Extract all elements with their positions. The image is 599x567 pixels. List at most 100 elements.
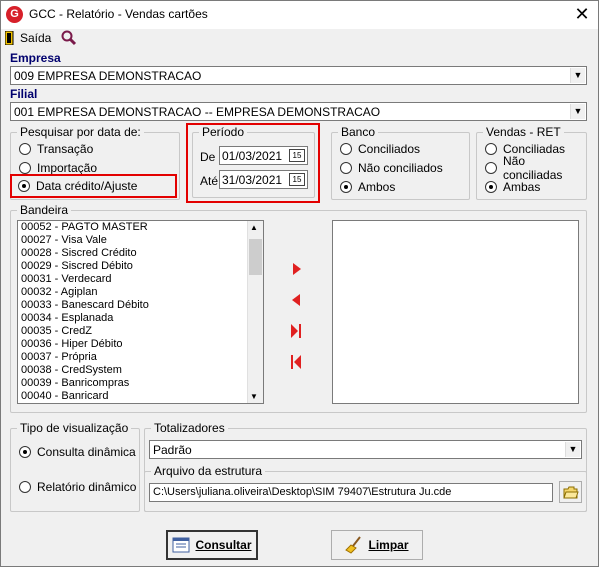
radio-conciliados[interactable]: Conciliados: [340, 141, 420, 157]
broom-icon: [345, 536, 362, 554]
move-right-icon[interactable]: [293, 263, 301, 275]
radio-nao-conciliados[interactable]: Não conciliados: [340, 160, 443, 176]
title-bar: G GCC - Relatório - Vendas cartões ✕: [1, 1, 598, 29]
chevron-down-icon[interactable]: ▼: [570, 104, 585, 119]
date-to-field[interactable]: 31/03/2021 15: [219, 170, 308, 189]
bandeira-legend: Bandeira: [17, 203, 72, 217]
close-icon[interactable]: ✕: [567, 3, 597, 25]
exit-door-icon: [5, 31, 14, 45]
move-left-icon[interactable]: [292, 294, 300, 306]
totalizadores-legend: Totalizadores: [151, 421, 228, 435]
radio-dot-selected: [485, 181, 497, 193]
list-item[interactable]: 00039 - Banricompras: [18, 377, 263, 390]
magnifier-icon: [61, 30, 77, 46]
filial-select[interactable]: 001 EMPRESA DEMONSTRACAO -- EMPRESA DEMO…: [10, 102, 587, 121]
radio-label: Transação: [37, 142, 94, 156]
list-item[interactable]: 00031 - Verdecard: [18, 273, 263, 286]
main-window: G GCC - Relatório - Vendas cartões ✕ Saí…: [0, 0, 599, 567]
date-to-value: 31/03/2021: [222, 173, 283, 187]
radio-dot-selected: [19, 446, 31, 458]
report-icon: [172, 537, 190, 553]
list-item[interactable]: 00034 - Esplanada: [18, 312, 263, 325]
list-item[interactable]: 00029 - Siscred Débito: [18, 260, 263, 273]
pesquisar-legend: Pesquisar por data de:: [17, 125, 144, 139]
app-icon: G: [6, 6, 23, 23]
list-item[interactable]: 00038 - CredSystem: [18, 364, 263, 377]
folder-open-icon: [562, 486, 579, 498]
arquivo-legend: Arquivo da estrutura: [151, 464, 266, 478]
scroll-thumb[interactable]: [249, 239, 262, 275]
chevron-down-icon[interactable]: ▼: [570, 68, 585, 83]
list-item[interactable]: 00040 - Banricard: [18, 390, 263, 403]
browse-button[interactable]: [559, 481, 582, 503]
radio-label: Ambas: [503, 180, 541, 194]
exit-button[interactable]: Saída: [5, 29, 51, 47]
radio-label: Data crédito/Ajuste: [36, 179, 138, 193]
radio-label: Ambos: [358, 180, 396, 194]
scrollbar[interactable]: ▲ ▼: [247, 221, 263, 403]
radio-ambas[interactable]: Ambas: [485, 179, 540, 195]
window-title: GCC - Relatório - Vendas cartões: [29, 7, 208, 21]
visualizacao-group: Tipo de visualização Consulta dinâmica R…: [10, 421, 140, 512]
limpar-button[interactable]: Limpar: [331, 530, 423, 560]
arquivo-path-field[interactable]: C:\Users\juliana.oliveira\Desktop\SIM 79…: [149, 483, 553, 502]
transfer-buttons: [291, 263, 301, 369]
list-item[interactable]: 00033 - Banescard Débito: [18, 299, 263, 312]
date-from-field[interactable]: 01/03/2021 15: [219, 146, 308, 165]
radio-transacao[interactable]: Transação: [19, 141, 93, 157]
radio-relatorio-dinamico[interactable]: Relatório dinâmico: [19, 479, 136, 495]
bandeira-selected-list[interactable]: [332, 220, 579, 404]
radio-dot: [19, 143, 31, 155]
date-from-value: 01/03/2021: [222, 149, 283, 163]
totalizadores-value: Padrão: [153, 443, 192, 457]
radio-data-credito[interactable]: Data crédito/Ajuste: [18, 178, 137, 194]
ate-label: Até: [200, 174, 219, 188]
radio-dot-selected: [340, 181, 352, 193]
exit-label: Saída: [20, 31, 52, 45]
radio-dot: [485, 143, 497, 155]
radio-dot: [19, 481, 31, 493]
search-button[interactable]: [61, 29, 77, 47]
filial-label: Filial: [10, 87, 38, 101]
limpar-label: Limpar: [368, 538, 409, 552]
radio-label: Consulta dinâmica: [37, 445, 136, 459]
periodo-legend: Período: [199, 125, 248, 139]
radio-label: Relatório dinâmico: [37, 480, 137, 494]
vendas-group: Vendas - RET Conciliadas Não conciliadas…: [476, 125, 587, 200]
calendar-icon[interactable]: 15: [289, 149, 305, 162]
radio-ambos[interactable]: Ambos: [340, 179, 395, 195]
radio-nao-conciliadas[interactable]: Não conciliadas: [485, 154, 586, 182]
list-item[interactable]: 00036 - Hiper Débito: [18, 338, 263, 351]
consultar-button[interactable]: Consultar: [166, 530, 258, 560]
empresa-select[interactable]: 009 EMPRESA DEMONSTRACAO ▼: [10, 66, 587, 85]
bandeira-available-list[interactable]: 00052 - PAGTO MASTER 00027 - Visa Vale 000…: [17, 220, 264, 404]
calendar-icon[interactable]: 15: [289, 173, 305, 186]
arquivo-path-value: C:\Users\juliana.oliveira\Desktop\SIM 79…: [153, 486, 452, 498]
list-item[interactable]: 00037 - Própria: [18, 351, 263, 364]
empresa-label: Empresa: [10, 51, 61, 65]
list-item[interactable]: 00032 - Agiplan: [18, 286, 263, 299]
list-item[interactable]: 00035 - CredZ: [18, 325, 263, 338]
move-all-left-icon[interactable]: [291, 355, 301, 369]
radio-consulta-dinamica[interactable]: Consulta dinâmica: [19, 444, 136, 460]
banco-group: Banco Conciliados Não conciliados Ambos: [331, 125, 470, 200]
move-all-right-icon[interactable]: [291, 324, 301, 338]
list-item[interactable]: 00027 - Visa Vale: [18, 234, 263, 247]
consultar-label: Consultar: [195, 538, 252, 552]
radio-label: Não conciliados: [358, 161, 443, 175]
radio-dot: [19, 162, 31, 174]
radio-label: Conciliados: [358, 142, 421, 156]
visualizacao-legend: Tipo de visualização: [17, 421, 132, 435]
list-item[interactable]: 00028 - Siscred Crédito: [18, 247, 263, 260]
radio-dot: [340, 162, 352, 174]
scroll-up-icon[interactable]: ▲: [250, 223, 258, 232]
totalizadores-select[interactable]: Padrão ▼: [149, 440, 582, 459]
scroll-down-icon[interactable]: ▼: [250, 392, 258, 401]
list-item[interactable]: 00052 - PAGTO MASTER: [18, 221, 263, 234]
list-item[interactable]: 00041 - Hiper Débito (Elo): [18, 403, 263, 404]
radio-label: Importação: [37, 161, 98, 175]
filial-value: 001 EMPRESA DEMONSTRACAO -- EMPRESA DEMO…: [14, 105, 381, 119]
radio-dot: [340, 143, 352, 155]
chevron-down-icon[interactable]: ▼: [565, 442, 580, 457]
banco-legend: Banco: [338, 125, 379, 139]
